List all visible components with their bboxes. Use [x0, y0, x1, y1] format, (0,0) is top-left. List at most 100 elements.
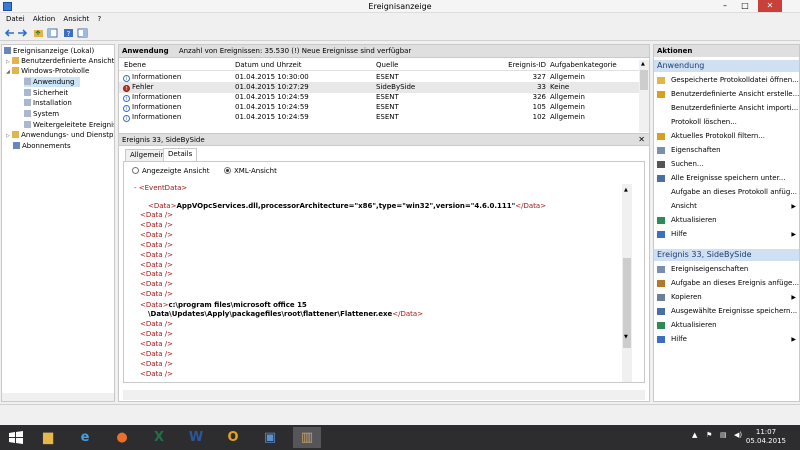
submenu-arrow-icon: ▶: [791, 203, 796, 210]
close-button[interactable]: ✕: [758, 0, 782, 12]
menu-help[interactable]: ?: [98, 15, 102, 23]
action-label: Aktuelles Protokoll filtern...: [671, 132, 766, 140]
action-item[interactable]: Protokoll löschen...: [654, 116, 799, 129]
menu-datei[interactable]: Datei: [6, 15, 25, 23]
tree-item-forwarded[interactable]: Weitergeleitete Ereignisse: [24, 120, 114, 130]
scroll-down-icon[interactable]: ▼: [624, 334, 628, 340]
action-label: Hilfe: [671, 335, 687, 343]
network-icon[interactable]: ▤: [720, 431, 727, 439]
tree-item-custom-views[interactable]: ▷ Benutzerdefinierte Ansichten: [6, 56, 114, 66]
tree-item-installation[interactable]: Installation: [24, 98, 72, 108]
tree-item-abonnements[interactable]: Abonnements: [13, 141, 71, 151]
event-id-cell: 102: [532, 113, 546, 121]
action-item[interactable]: Alle Ereignisse speichern unter...: [654, 172, 799, 185]
column-header-source[interactable]: Quelle: [376, 61, 398, 69]
scroll-thumb[interactable]: [640, 70, 648, 90]
tray-arrow-icon[interactable]: ▲: [692, 431, 697, 439]
action-item[interactable]: Eigenschaften: [654, 144, 799, 157]
tree-horizontal-scrollbar[interactable]: [2, 393, 114, 401]
xml-data-empty: <Data />: [140, 290, 174, 299]
radio-xml-view[interactable]: XML-Ansicht: [224, 167, 277, 175]
tree-item-root[interactable]: Ereignisanzeige (Lokal): [4, 46, 94, 56]
action-item[interactable]: Ausgewählte Ereignisse speichern...: [654, 305, 799, 318]
action-item[interactable]: Ereigniseigenschaften: [654, 263, 799, 276]
volume-icon[interactable]: ◀): [734, 431, 742, 439]
info-icon: i: [123, 75, 130, 82]
action-item[interactable]: Gespeicherte Protokolldatei öffnen...: [654, 74, 799, 87]
console-tree-icon[interactable]: [47, 28, 58, 38]
radio-friendly-view[interactable]: Angezeigte Ansicht: [132, 167, 209, 175]
computer-icon: [4, 47, 11, 54]
refresh-icon: [657, 322, 665, 329]
action-item[interactable]: Ansicht ▶: [654, 200, 799, 213]
tree-item-anwendung[interactable]: Anwendung: [24, 77, 81, 87]
tab-details[interactable]: Details: [163, 148, 198, 161]
radio-button-off[interactable]: [132, 167, 139, 174]
action-label: Hilfe: [671, 230, 687, 238]
submenu-arrow-icon: ▶: [791, 336, 796, 343]
clock[interactable]: 11:07 05.04.2015: [746, 428, 786, 446]
expand-arrow-icon[interactable]: ▷: [6, 59, 10, 65]
column-header-level[interactable]: Ebene: [124, 61, 146, 69]
action-item[interactable]: Suchen...: [654, 158, 799, 171]
forward-icon[interactable]: [17, 28, 28, 38]
action-item[interactable]: Hilfe ▶: [654, 228, 799, 241]
explorer-icon[interactable]: ▆: [34, 427, 62, 448]
maximize-button[interactable]: □: [736, 0, 754, 12]
action-item[interactable]: Benutzerdefinierte Ansicht importi...: [654, 102, 799, 115]
column-header-date[interactable]: Datum und Uhrzeit: [235, 61, 302, 69]
level-label: Informationen: [132, 113, 182, 121]
level-label: Informationen: [132, 103, 182, 111]
xml-data-empty: <Data />: [140, 320, 174, 328]
table-scrollbar[interactable]: ▲: [639, 60, 649, 132]
actions-section-event[interactable]: Ereignis 33, SideBySide: [654, 249, 799, 261]
windows-logo-icon[interactable]: [9, 431, 23, 444]
firefox-icon[interactable]: ●: [108, 427, 136, 448]
collapse-arrow-icon[interactable]: ◢: [6, 69, 10, 75]
xml-data-close: </Data>: [392, 310, 424, 318]
event-viewer-icon[interactable]: ▥: [293, 427, 321, 448]
action-item[interactable]: Aufgabe an dieses Protokoll anfüg...: [654, 186, 799, 199]
flag-icon[interactable]: ⚑: [706, 431, 712, 439]
action-item[interactable]: Aktuelles Protokoll filtern...: [654, 130, 799, 143]
action-item[interactable]: Kopieren ▶: [654, 291, 799, 304]
action-pane-icon[interactable]: [77, 28, 88, 38]
action-item[interactable]: Aufgabe an dieses Ereignis anfüge...: [654, 277, 799, 290]
actions-section-anwendung[interactable]: Anwendung: [654, 60, 799, 72]
radio-button-on[interactable]: [224, 167, 231, 174]
back-icon[interactable]: [4, 28, 15, 38]
tree-item-app-service-logs[interactable]: ▷ Anwendungs- und Dienstprotokolle: [6, 130, 114, 140]
action-item[interactable]: Benutzerdefinierte Ansicht erstelle...: [654, 88, 799, 101]
outlook-icon[interactable]: O: [219, 427, 247, 448]
tree-item-system[interactable]: System: [24, 109, 59, 119]
close-detail-icon[interactable]: ✕: [638, 134, 645, 146]
excel-icon[interactable]: X: [145, 427, 173, 448]
level-cell: i Informationen: [123, 112, 181, 123]
action-item[interactable]: Aktualisieren: [654, 319, 799, 332]
minimize-button[interactable]: –: [716, 0, 734, 12]
xml-vertical-scrollbar[interactable]: ▲ ▼: [622, 184, 632, 382]
expand-arrow-icon[interactable]: ▷: [6, 133, 10, 139]
word-icon[interactable]: W: [182, 427, 210, 448]
clock-time: 11:07: [755, 428, 777, 436]
tree-item-sicherheit[interactable]: Sicherheit: [24, 88, 68, 98]
folder-up-icon[interactable]: [33, 28, 44, 38]
scroll-up-icon[interactable]: ▲: [641, 61, 645, 67]
scroll-up-icon[interactable]: ▲: [624, 187, 628, 193]
folder-icon: [12, 131, 20, 138]
folder-icon: [12, 57, 20, 64]
remote-desktop-icon[interactable]: ▣: [256, 427, 284, 448]
internet-explorer-icon[interactable]: e: [71, 427, 99, 448]
action-item[interactable]: Hilfe ▶: [654, 333, 799, 346]
action-label: Aktualisieren: [671, 321, 717, 329]
action-item[interactable]: Aktualisieren: [654, 214, 799, 227]
menu-aktion[interactable]: Aktion: [33, 15, 55, 23]
help-icon[interactable]: ?: [63, 28, 74, 38]
details-horizontal-scrollbar[interactable]: [123, 390, 645, 400]
xml-data-close: </Data>: [515, 202, 547, 210]
column-header-id[interactable]: Ereignis-ID: [500, 61, 546, 69]
table-row[interactable]: i Informationen 01.04.2015 10:24:59 ESENT 10…: [119, 112, 639, 123]
tree-item-windows-logs[interactable]: ◢ Windows-Protokolle: [6, 66, 89, 76]
column-header-category[interactable]: Aufgabenkategorie: [550, 61, 617, 69]
menu-ansicht[interactable]: Ansicht: [63, 15, 89, 23]
